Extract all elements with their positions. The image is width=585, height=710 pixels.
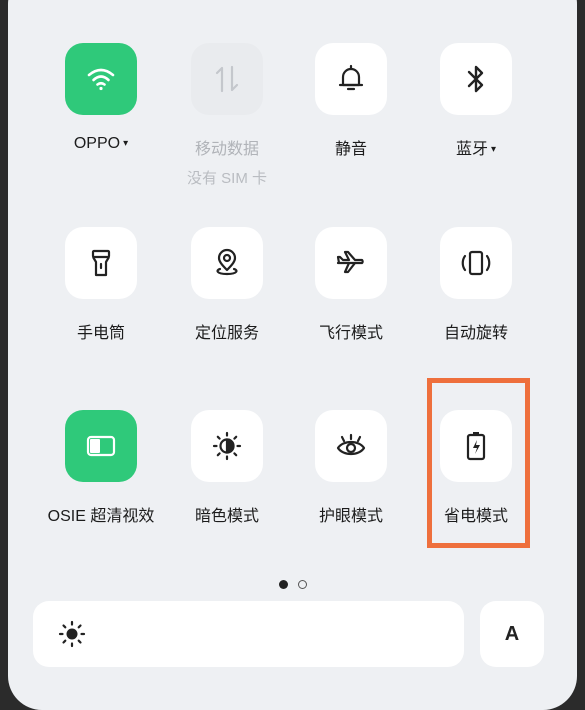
eye-icon [335, 431, 367, 461]
location-toggle[interactable] [191, 227, 263, 299]
location-icon [213, 248, 241, 278]
airplane-icon [335, 248, 367, 278]
wifi-icon [86, 66, 116, 92]
tile-label: 移动数据 [194, 141, 259, 158]
tile-label: 自动旋转 [443, 325, 508, 342]
chevron-down-icon[interactable]: ▾ [491, 144, 496, 155]
auto-rotate-icon [459, 248, 493, 278]
osie-icon [86, 434, 116, 458]
tile-wifi[interactable]: OPPO ▾ [36, 43, 166, 153]
tile-osie[interactable]: OSIE 超清视效 [36, 410, 166, 526]
auto-brightness-button[interactable]: A [480, 601, 544, 667]
tile-eye-care[interactable]: 护眼模式 [286, 410, 416, 526]
tile-airplane[interactable]: 飞行模式 [286, 227, 416, 343]
auto-rotate-toggle[interactable] [440, 227, 512, 299]
eye-care-toggle[interactable] [315, 410, 387, 482]
sun-icon [57, 619, 87, 649]
osie-toggle[interactable] [65, 410, 137, 482]
tile-mobile-data[interactable]: 移动数据 没有 SIM 卡 [162, 43, 292, 188]
tile-location[interactable]: 定位服务 [162, 227, 292, 343]
tile-flashlight[interactable]: 手电筒 [36, 227, 166, 343]
tile-label: 蓝牙 ▾ [455, 141, 497, 158]
tile-label: OSIE 超清视效 [47, 508, 155, 525]
dark-mode-toggle[interactable] [191, 410, 263, 482]
tile-sublabel: 没有 SIM 卡 [186, 170, 267, 187]
flashlight-toggle[interactable] [65, 227, 137, 299]
flashlight-icon [89, 248, 113, 278]
page-indicator[interactable] [0, 580, 585, 589]
mute-toggle[interactable] [315, 43, 387, 115]
airplane-toggle[interactable] [315, 227, 387, 299]
mobile-data-icon [213, 64, 241, 94]
tile-label: 飞行模式 [318, 325, 383, 342]
mobile-data-toggle[interactable] [191, 43, 263, 115]
tile-label: OPPO ▾ [73, 135, 129, 152]
bluetooth-toggle[interactable] [440, 43, 512, 115]
highlight-box [427, 378, 530, 548]
tile-label: 定位服务 [194, 325, 259, 342]
dark-mode-icon [212, 431, 242, 461]
tile-label: 静音 [334, 141, 367, 158]
tile-auto-rotate[interactable]: 自动旋转 [411, 227, 541, 343]
page-dot[interactable] [297, 580, 307, 589]
tile-label: 暗色模式 [194, 508, 259, 525]
page-dot-active[interactable] [278, 580, 288, 589]
tile-bluetooth[interactable]: 蓝牙 ▾ [411, 43, 541, 159]
tile-mute[interactable]: 静音 [286, 43, 416, 159]
bell-icon [337, 64, 365, 94]
chevron-down-icon[interactable]: ▾ [123, 138, 128, 149]
tile-label: 护眼模式 [318, 508, 383, 525]
tile-label: 手电筒 [76, 325, 125, 342]
brightness-slider[interactable] [33, 601, 464, 667]
tile-dark-mode[interactable]: 暗色模式 [162, 410, 292, 526]
wifi-toggle[interactable] [65, 43, 137, 115]
bluetooth-icon [465, 64, 487, 94]
